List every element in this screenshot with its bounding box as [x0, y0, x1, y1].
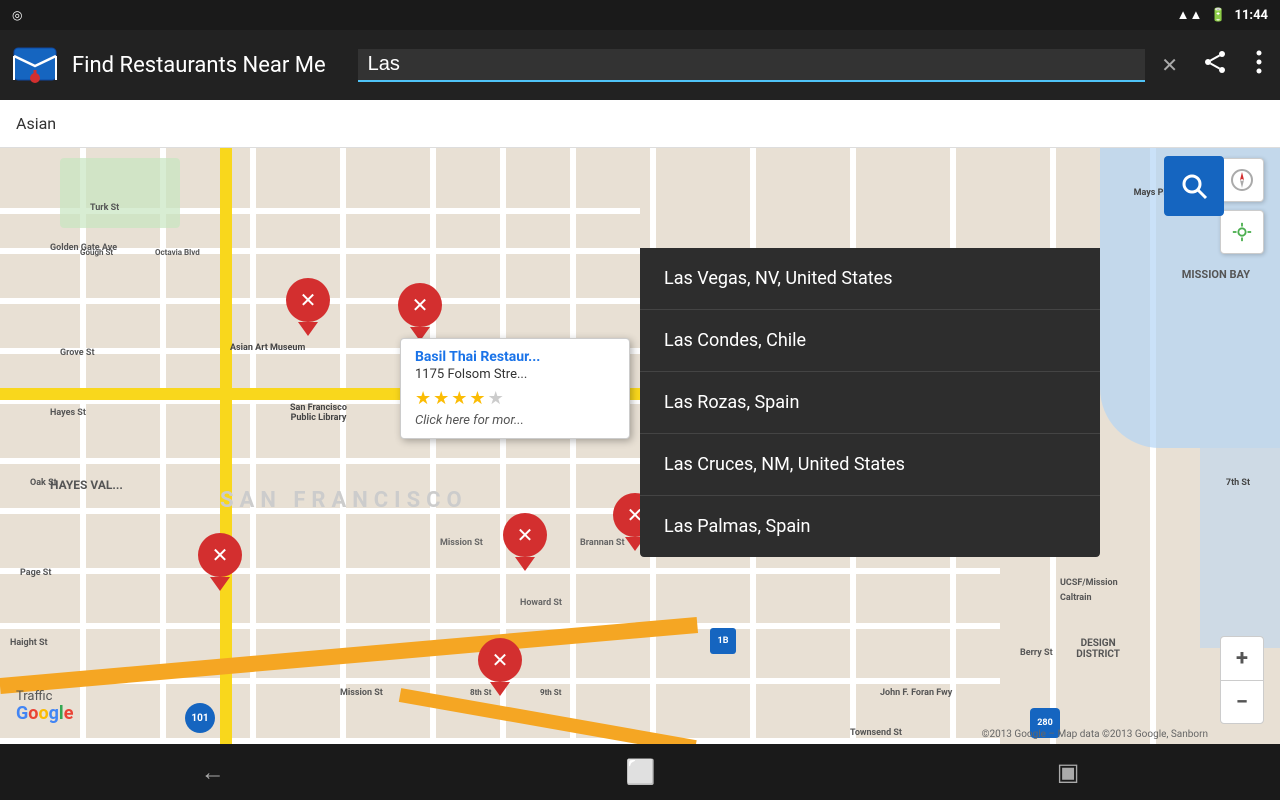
- nav-bar: ← ⬜ ▣: [0, 744, 1280, 800]
- clock: 11:44: [1235, 8, 1269, 23]
- recent-apps-button[interactable]: ▣: [1033, 750, 1104, 794]
- battery-icon: 🔋: [1210, 8, 1226, 23]
- zoom-out-button[interactable]: −: [1220, 680, 1264, 724]
- top-bar: Find Restaurants Near Me ✕: [0, 30, 1280, 100]
- restaurant-pin-3[interactable]: ✕: [198, 533, 242, 588]
- clear-button[interactable]: ✕: [1157, 49, 1182, 81]
- restaurant-pin-6[interactable]: ✕: [478, 638, 522, 693]
- restaurant-pin-2[interactable]: ✕: [398, 283, 442, 338]
- popup-link[interactable]: Click here for mor...: [415, 413, 615, 428]
- share-button[interactable]: [1194, 41, 1236, 89]
- filter-label: Asian: [16, 114, 56, 133]
- star-5: ★: [488, 388, 504, 409]
- route-1b-badge: 1B: [710, 628, 736, 654]
- zoom-controls: + −: [1220, 636, 1264, 724]
- location-button[interactable]: [1220, 210, 1264, 254]
- status-bar-right: ▲▲ 🔋 11:44: [1177, 7, 1268, 23]
- dropdown-item-4[interactable]: Las Palmas, Spain: [640, 496, 1100, 557]
- status-bar-left: ◎: [12, 8, 22, 22]
- search-dropdown: Las Vegas, NV, United States Las Condes,…: [640, 248, 1100, 557]
- traffic-badge: Traffic: [16, 689, 52, 704]
- map-controls: [1220, 158, 1264, 254]
- zoom-in-button[interactable]: +: [1220, 636, 1264, 680]
- star-4: ★: [469, 388, 485, 409]
- filter-bar: Asian: [0, 100, 1280, 148]
- app-title: Find Restaurants Near Me: [72, 53, 326, 78]
- copyright: ©2013 Google – Map data ©2013 Google, Sa…: [982, 729, 1208, 740]
- popup-address: 1175 Folsom Stre...: [415, 367, 615, 382]
- search-map-button[interactable]: [1164, 156, 1224, 216]
- app-icon: [10, 40, 60, 90]
- popup-title[interactable]: Basil Thai Restaur...: [415, 349, 615, 365]
- home-button[interactable]: ⬜: [602, 750, 680, 794]
- wifi-icon: ▲▲: [1177, 7, 1203, 23]
- popup-stars: ★ ★ ★ ★ ★: [415, 388, 615, 409]
- neighborhood-label: HAYES VAL...: [50, 478, 123, 492]
- dropdown-item-2[interactable]: Las Rozas, Spain: [640, 372, 1100, 434]
- map-popup: Basil Thai Restaur... 1175 Folsom Stre..…: [400, 338, 630, 439]
- dropdown-item-3[interactable]: Las Cruces, NM, United States: [640, 434, 1100, 496]
- search-container: [358, 49, 1146, 82]
- compass-button[interactable]: [1220, 158, 1264, 202]
- google-badge: Google: [16, 703, 73, 724]
- design-district-label: DESIGNDISTRICT: [1076, 638, 1120, 660]
- location-icon: ◎: [12, 8, 22, 22]
- more-button[interactable]: [1248, 41, 1270, 89]
- restaurant-pin-1[interactable]: ✕: [286, 278, 330, 333]
- back-button[interactable]: ←: [177, 750, 249, 795]
- star-1: ★: [415, 388, 431, 409]
- dropdown-item-0[interactable]: Las Vegas, NV, United States: [640, 248, 1100, 310]
- dropdown-item-1[interactable]: Las Condes, Chile: [640, 310, 1100, 372]
- route-101-badge: 101: [185, 703, 215, 733]
- status-bar: ◎ ▲▲ 🔋 11:44: [0, 0, 1280, 30]
- star-2: ★: [433, 388, 449, 409]
- search-input[interactable]: [368, 53, 1136, 76]
- star-3: ★: [451, 388, 467, 409]
- restaurant-pin-4[interactable]: ✕: [503, 513, 547, 568]
- map-area[interactable]: SAN FRANCISCO HAYES VAL... MISSION BAY D…: [0, 148, 1280, 744]
